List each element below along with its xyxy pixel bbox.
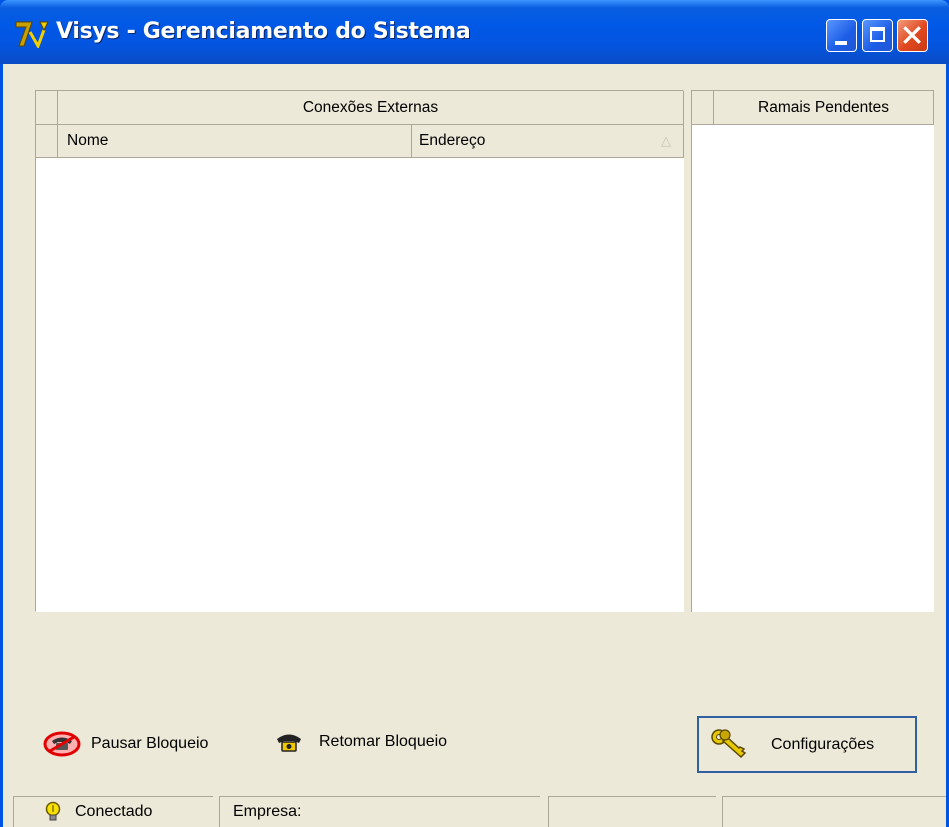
status-panel-company: Empresa:: [219, 796, 540, 827]
main-window: Visys - Gerenciamento do Sistema Conexõe…: [0, 0, 949, 827]
pending-extensions-header[interactable]: Ramais Pendentes: [714, 91, 934, 125]
minimize-button[interactable]: [826, 19, 857, 52]
lightbulb-icon: [45, 801, 61, 821]
client-area: Conexões Externas Nome Endereço △ Ramais…: [3, 64, 946, 827]
title-bar[interactable]: Visys - Gerenciamento do Sistema: [0, 0, 949, 64]
pause-block-label: Pausar Bloqueio: [91, 735, 209, 752]
pending-extensions-rows[interactable]: [692, 125, 934, 611]
connection-status: Conectado: [75, 803, 153, 820]
external-connections-grid[interactable]: Conexões Externas Nome Endereço △: [35, 90, 684, 612]
status-panel-extra: [722, 796, 946, 827]
company-label: Empresa:: [233, 803, 302, 820]
keys-icon: [711, 728, 747, 758]
sort-ascending-icon: △: [661, 133, 671, 148]
phone-blocked-icon: [43, 731, 81, 757]
close-icon: [903, 26, 921, 44]
header-indicator-cell: [36, 125, 58, 158]
window-title: Visys - Gerenciamento do Sistema: [56, 19, 471, 44]
pending-extensions-grid[interactable]: Ramais Pendentes: [691, 90, 934, 612]
column-header-endereco[interactable]: Endereço △: [412, 125, 684, 158]
settings-label: Configurações: [771, 735, 875, 753]
column-header-endereco-label: Endereço: [419, 132, 486, 149]
pause-block-button[interactable]: Pausar Bloqueio: [43, 731, 208, 757]
app-logo-icon: [15, 21, 49, 48]
resume-block-button[interactable]: Retomar Bloqueio: [275, 731, 447, 753]
maximize-button[interactable]: [862, 19, 893, 52]
header-indicator-cell: [692, 91, 714, 125]
external-connections-rows[interactable]: [36, 158, 683, 611]
header-indicator-cell: [36, 91, 58, 125]
close-button[interactable]: [897, 19, 928, 52]
minimize-icon: [835, 41, 847, 45]
status-panel-empty: [548, 796, 716, 827]
maximize-icon: [870, 27, 885, 42]
status-bar: Conectado Empresa:: [3, 792, 946, 827]
phone-icon: [277, 734, 301, 752]
status-panel-connection: Conectado: [13, 796, 213, 827]
column-header-nome[interactable]: Nome: [58, 125, 412, 158]
resume-block-label: Retomar Bloqueio: [319, 733, 448, 750]
external-connections-header: Conexões Externas: [58, 91, 684, 125]
settings-button[interactable]: Configurações: [697, 716, 917, 773]
